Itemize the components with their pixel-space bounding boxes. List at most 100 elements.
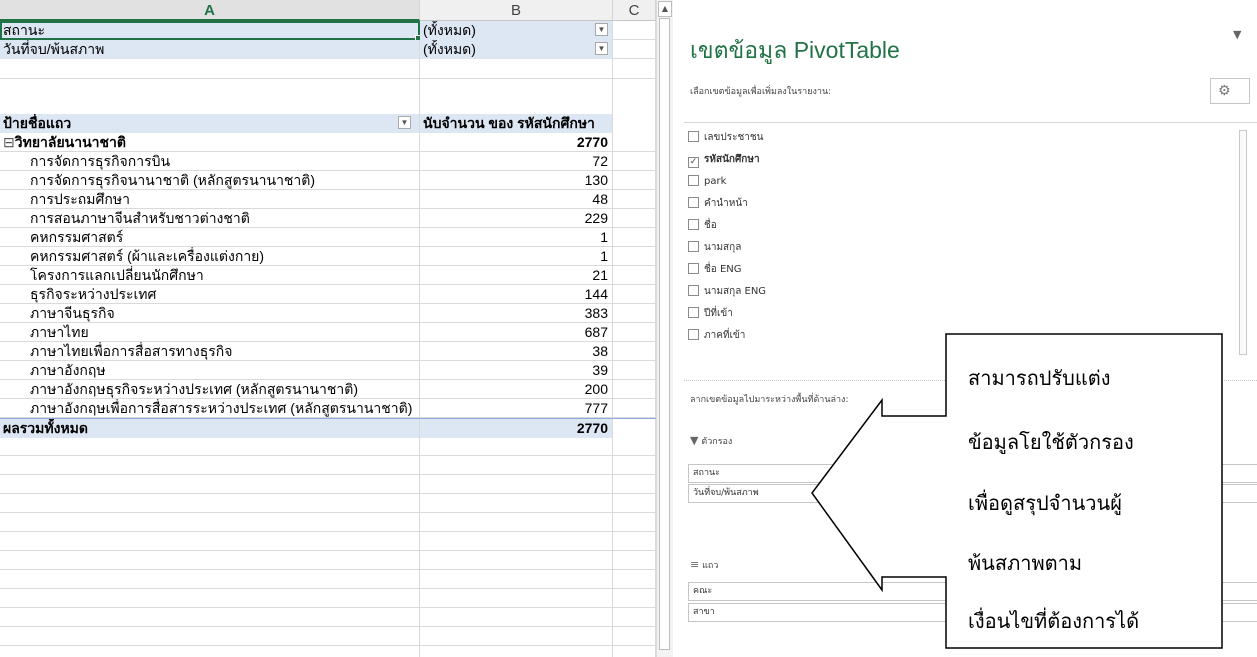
empty-cell[interactable] xyxy=(420,59,613,78)
checkbox-checked-icon[interactable]: ✓ xyxy=(688,157,699,168)
empty-cell[interactable] xyxy=(420,646,613,657)
minus-box-icon[interactable]: ⊟ xyxy=(3,134,15,150)
empty-cell[interactable] xyxy=(420,627,613,646)
group-cell[interactable]: ⊟วิทยาลัยนานาชาติ xyxy=(0,133,420,152)
row-value-cell[interactable]: 38 xyxy=(420,342,613,361)
checkbox-icon[interactable] xyxy=(688,197,699,208)
empty-cell[interactable] xyxy=(420,513,613,532)
empty-cell[interactable] xyxy=(613,114,656,133)
row-value-cell[interactable]: 21 xyxy=(420,266,613,285)
empty-cell[interactable] xyxy=(613,247,656,266)
vertical-scrollbar[interactable]: ▲ xyxy=(656,0,673,657)
empty-cell[interactable] xyxy=(613,399,656,418)
row-label-cell[interactable]: การประถมศึกษา xyxy=(0,190,420,209)
empty-cell[interactable] xyxy=(613,190,656,209)
row-label-cell[interactable]: คหกรรมศาสตร์ xyxy=(0,228,420,247)
empty-cell[interactable] xyxy=(613,285,656,304)
empty-cell[interactable] xyxy=(0,532,420,551)
empty-cell[interactable] xyxy=(613,494,656,513)
row-field-chip[interactable]: คณะ ▼ xyxy=(688,582,1257,601)
row-value-cell[interactable]: 200 xyxy=(420,380,613,399)
row-label-cell[interactable]: การจัดการธุรกิจนานาชาติ (หลักสูตรนานาชาต… xyxy=(0,171,420,190)
group-total[interactable]: 2770 xyxy=(420,133,613,152)
empty-cell[interactable] xyxy=(420,78,613,114)
empty-cell[interactable] xyxy=(420,570,613,589)
empty-cell[interactable] xyxy=(613,646,656,657)
row-value-cell[interactable]: 383 xyxy=(420,304,613,323)
empty-cell[interactable] xyxy=(420,475,613,494)
filter-value-cell[interactable]: (ทั้งหมด) ▼ xyxy=(420,21,613,40)
empty-cell[interactable] xyxy=(0,570,420,589)
gear-icon[interactable]: ⚙ xyxy=(1210,78,1250,104)
field-checkbox-item[interactable]: ปีที่เข้า xyxy=(688,305,733,322)
empty-cell[interactable] xyxy=(420,437,613,456)
field-checkbox-item[interactable]: ภาคที่เข้า xyxy=(688,327,745,344)
checkbox-icon[interactable] xyxy=(688,131,699,142)
row-value-cell[interactable]: 1 xyxy=(420,247,613,266)
filter-label-cell[interactable]: สถานะ xyxy=(0,21,420,40)
checkbox-icon[interactable] xyxy=(688,285,699,296)
pane-menu-icon[interactable]: ▼ xyxy=(1233,28,1241,41)
empty-cell[interactable] xyxy=(0,627,420,646)
row-label-cell[interactable]: ภาษาไทย xyxy=(0,323,420,342)
checkbox-icon[interactable] xyxy=(688,175,699,186)
empty-cell[interactable] xyxy=(613,380,656,399)
empty-cell[interactable] xyxy=(613,152,656,171)
field-checkbox-item[interactable]: ชื่อ ENG xyxy=(688,261,742,278)
checkbox-icon[interactable] xyxy=(688,241,699,252)
row-label-header-cell[interactable]: ป้ายชื่อแถว ▼ xyxy=(0,114,420,133)
empty-cell[interactable] xyxy=(613,59,656,78)
row-label-cell[interactable]: การสอนภาษาจีนสำหรับชาวต่างชาติ xyxy=(0,209,420,228)
empty-cell[interactable] xyxy=(613,570,656,589)
empty-cell[interactable] xyxy=(613,361,656,380)
empty-cell[interactable] xyxy=(613,304,656,323)
empty-cell[interactable] xyxy=(0,551,420,570)
field-checkbox-item[interactable]: park xyxy=(688,173,726,190)
filter-value-cell[interactable]: (ทั้งหมด) ▼ xyxy=(420,40,613,59)
row-value-cell[interactable]: 1 xyxy=(420,228,613,247)
empty-cell[interactable] xyxy=(613,171,656,190)
row-label-cell[interactable]: การจัดการธุรกิจการบิน xyxy=(0,152,420,171)
column-header-c[interactable]: C xyxy=(613,0,656,21)
row-label-cell[interactable]: ภาษาจีนธุรกิจ xyxy=(0,304,420,323)
filter-field-chip[interactable]: สถานะ xyxy=(688,464,1257,483)
empty-cell[interactable] xyxy=(0,589,420,608)
empty-cell[interactable] xyxy=(613,40,656,59)
field-checkbox-item[interactable]: นามสกุล xyxy=(688,239,741,256)
empty-cell[interactable] xyxy=(420,608,613,627)
empty-cell[interactable] xyxy=(613,475,656,494)
empty-cell[interactable] xyxy=(0,513,420,532)
field-checkbox-item[interactable]: ชื่อ xyxy=(688,217,717,234)
field-checkbox-item[interactable]: นามสกุล ENG xyxy=(688,283,766,300)
empty-cell[interactable] xyxy=(613,78,656,114)
row-label-cell[interactable]: ภาษาอังกฤษธุรกิจระหว่างประเทศ (หลักสูตรน… xyxy=(0,380,420,399)
empty-cell[interactable] xyxy=(613,209,656,228)
empty-cell[interactable] xyxy=(613,228,656,247)
empty-cell[interactable] xyxy=(613,21,656,40)
grand-total-value[interactable]: 2770 xyxy=(420,419,613,438)
empty-cell[interactable] xyxy=(613,437,656,456)
empty-cell[interactable] xyxy=(613,266,656,285)
checkbox-icon[interactable] xyxy=(688,219,699,230)
empty-cell[interactable] xyxy=(613,419,656,438)
empty-cell[interactable] xyxy=(420,456,613,475)
empty-cell[interactable] xyxy=(613,513,656,532)
row-label-cell[interactable]: ธุรกิจระหว่างประเทศ xyxy=(0,285,420,304)
chevron-down-icon[interactable]: ▼ xyxy=(595,23,608,36)
empty-cell[interactable] xyxy=(613,133,656,152)
empty-cell[interactable] xyxy=(0,59,420,78)
empty-cell[interactable] xyxy=(420,494,613,513)
row-value-cell[interactable]: 687 xyxy=(420,323,613,342)
checkbox-icon[interactable] xyxy=(688,263,699,274)
scroll-up-icon[interactable]: ▲ xyxy=(658,1,672,17)
row-value-cell[interactable]: 777 xyxy=(420,399,613,418)
row-value-cell[interactable]: 39 xyxy=(420,361,613,380)
grand-total-label[interactable]: ผลรวมทั้งหมด xyxy=(0,419,420,438)
empty-cell[interactable] xyxy=(0,646,420,657)
column-header-a[interactable]: A xyxy=(0,0,420,21)
filter-label-cell[interactable]: วันที่จบ/พ้นสภาพ xyxy=(0,40,420,59)
empty-cell[interactable] xyxy=(0,456,420,475)
empty-cell[interactable] xyxy=(0,437,420,456)
empty-cell[interactable] xyxy=(613,532,656,551)
row-value-cell[interactable]: 144 xyxy=(420,285,613,304)
